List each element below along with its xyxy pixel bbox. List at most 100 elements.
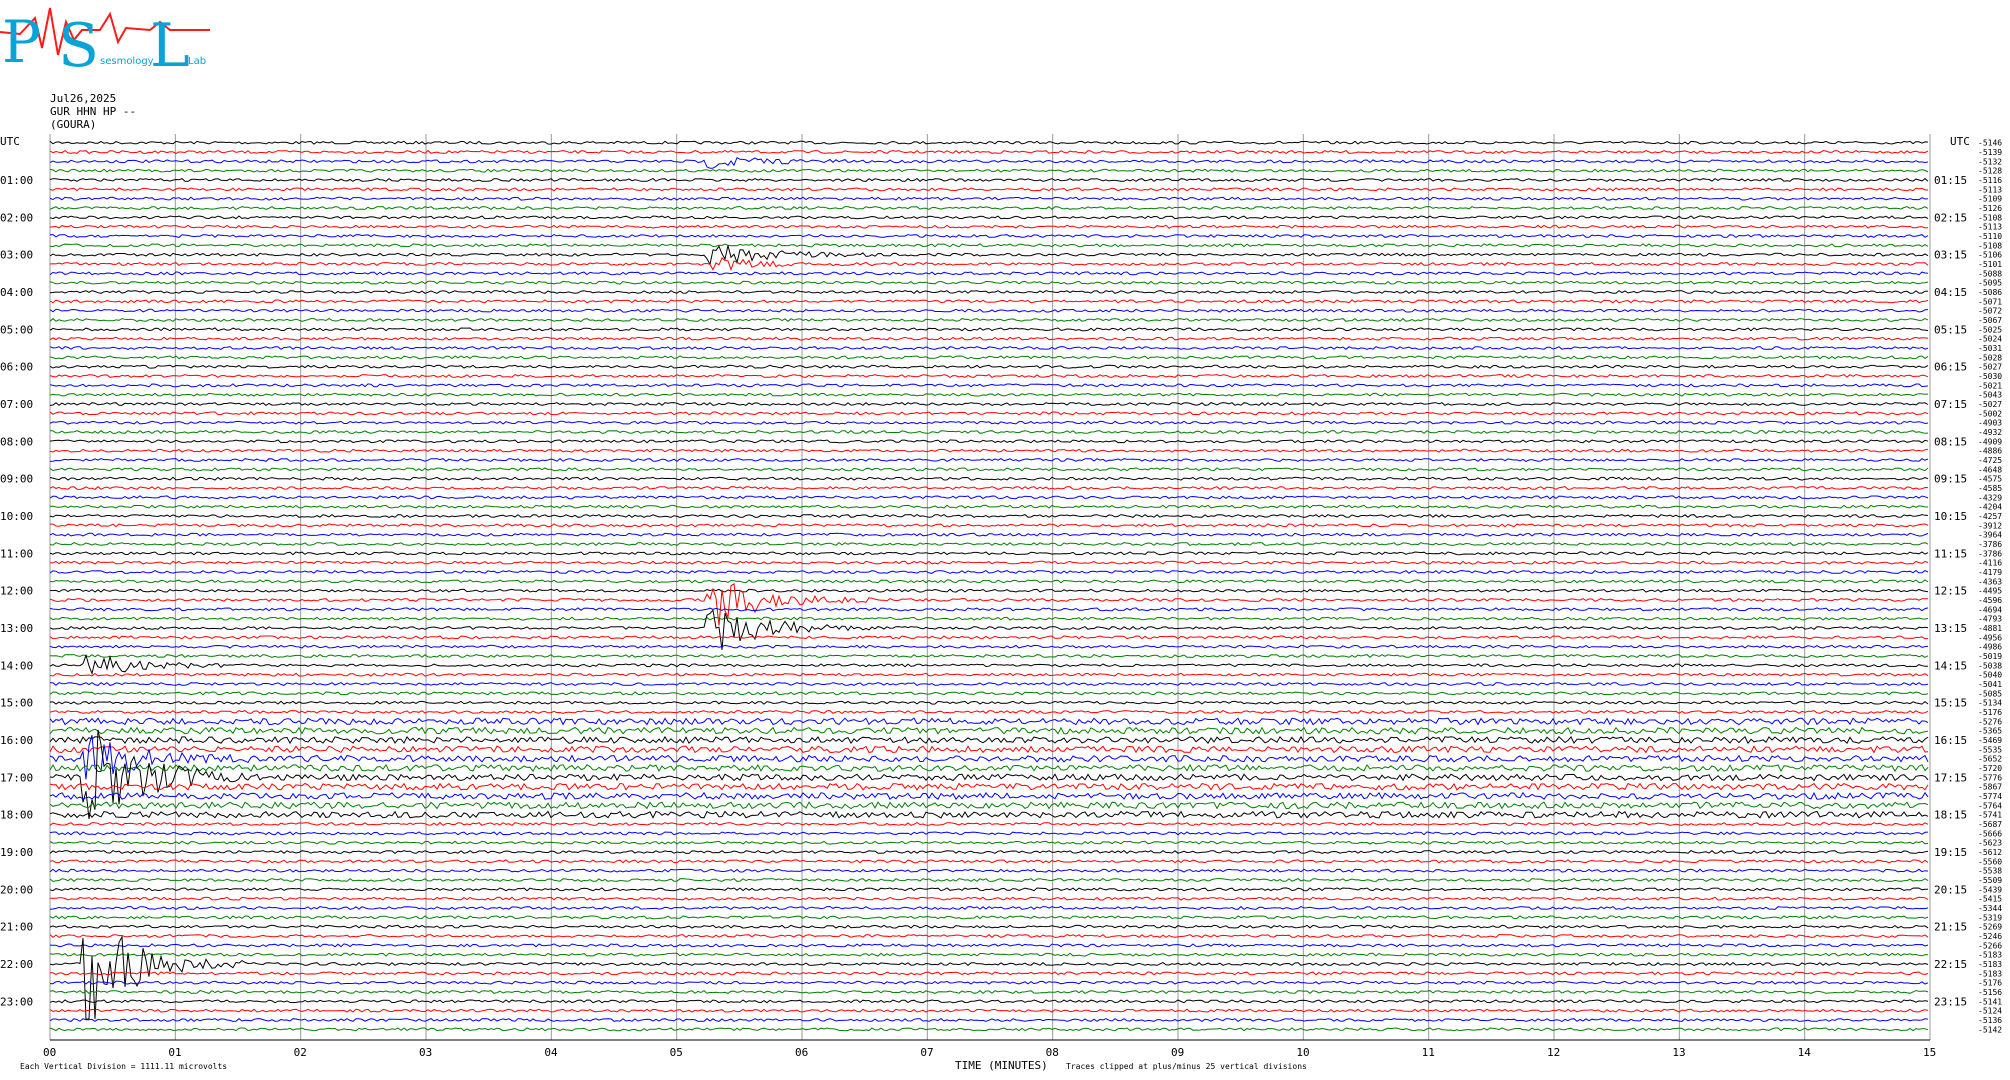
trace-43 <box>49 541 1929 546</box>
x-tick-label: 07 <box>920 1046 933 1059</box>
x-tick-label: 02 <box>294 1046 307 1059</box>
trace-88 <box>49 935 1929 1020</box>
x-tick-label: 12 <box>1547 1046 1560 1059</box>
right-hour-label: 19:15 <box>1934 846 1967 859</box>
right-hour-label: 21:15 <box>1934 921 1967 934</box>
trace-7 <box>49 205 1929 211</box>
trace-8 <box>49 215 1929 220</box>
trace-6 <box>49 196 1929 201</box>
trace-offset-label: -5134 <box>1978 699 2002 708</box>
right-hour-label: 01:15 <box>1934 174 1967 187</box>
trace-offset-label: -4986 <box>1978 643 2002 652</box>
trace-offset-label: -4495 <box>1978 587 2002 596</box>
trace-offset-label: -5183 <box>1978 960 2002 969</box>
left-hour-label: 15:00 <box>0 697 33 710</box>
left-hour-label: 05:00 <box>0 323 33 336</box>
right-hour-label: 17:15 <box>1934 771 1967 784</box>
trace-90 <box>49 980 1929 985</box>
trace-5 <box>49 187 1929 192</box>
trace-68 <box>49 729 1929 819</box>
trace-offset-label: -5086 <box>1978 288 2002 297</box>
trace-offset-label: -3964 <box>1978 531 2002 540</box>
trace-offset-label: -3786 <box>1978 549 2002 558</box>
trace-70 <box>49 791 1929 801</box>
x-tick-label: 03 <box>419 1046 432 1059</box>
x-tick-label: 09 <box>1171 1046 1184 1059</box>
trace-19 <box>49 318 1929 323</box>
trace-79 <box>49 877 1929 883</box>
trace-20 <box>49 327 1929 332</box>
trace-22 <box>49 346 1929 350</box>
seismogram-plot: 01:00 02:00 03:00 04:00 05:00 06:00 07:00 08:00… <box>0 134 2002 1072</box>
trace-offset-label: -5072 <box>1978 307 2002 316</box>
left-hour-labels: 01:00 02:00 03:00 04:00 05:00 06:00 07:00 08:00… <box>0 174 33 1008</box>
trace-offset-label: -4585 <box>1978 484 2002 493</box>
trace-offset-label: -5276 <box>1978 717 2002 726</box>
trace-24 <box>49 364 1929 369</box>
trace-offset-label: -5535 <box>1978 745 2002 754</box>
trace-offset-label: -5439 <box>1978 885 2002 894</box>
x-tick-label: 14 <box>1798 1046 1812 1059</box>
trace-offset-label: -5019 <box>1978 652 2002 661</box>
trace-71 <box>49 801 1929 810</box>
trace-44 <box>49 551 1929 556</box>
right-hour-label: 11:15 <box>1934 547 1967 560</box>
right-hour-label: 07:15 <box>1934 398 1967 411</box>
trace-offset-label: -4909 <box>1978 437 2002 446</box>
left-hour-label: 10:00 <box>0 510 33 523</box>
trace-offset-label: -3786 <box>1978 540 2002 549</box>
trace-80 <box>49 887 1929 892</box>
right-hour-label: 04:15 <box>1934 286 1967 299</box>
right-hour-label: 02:15 <box>1934 211 1967 224</box>
trace-39 <box>49 504 1929 509</box>
trace-85 <box>49 934 1929 939</box>
trace-offset-labels: -5146-5139-5132-5128-5116-5113-5109-5126… <box>1978 139 2002 1035</box>
right-hour-label: 08:15 <box>1934 435 1967 448</box>
trace-56 <box>49 653 1928 676</box>
trace-offset-label: -5365 <box>1978 727 2002 736</box>
trace-offset-label: -4956 <box>1978 633 2002 642</box>
trace-33 <box>49 448 1929 453</box>
trace-75 <box>49 840 1929 845</box>
trace-offset-label: -5027 <box>1978 400 2002 409</box>
left-axis-utc-label: UTC <box>0 135 20 148</box>
right-hour-label: 14:15 <box>1934 659 1967 672</box>
trace-offset-label: -4793 <box>1978 615 2002 624</box>
trace-21 <box>49 336 1929 341</box>
trace-offset-label: -3912 <box>1978 521 2002 530</box>
trace-offset-label: -5319 <box>1978 913 2002 922</box>
left-hour-label: 19:00 <box>0 846 33 859</box>
trace-offset-label: -5113 <box>1978 223 2002 232</box>
trace-78 <box>49 868 1929 873</box>
trace-10 <box>49 233 1929 239</box>
x-tick-label: 00 <box>43 1046 56 1059</box>
trace-2 <box>49 156 1929 169</box>
trace-3 <box>49 168 1929 173</box>
right-hour-label: 22:15 <box>1934 958 1967 971</box>
left-hour-label: 07:00 <box>0 398 33 411</box>
trace-offset-label: -5415 <box>1978 895 2002 904</box>
trace-52 <box>49 609 1929 650</box>
trace-offset-label: -5176 <box>1978 979 2002 988</box>
trace-offset-label: -5612 <box>1978 848 2002 857</box>
x-tick-label: 08 <box>1046 1046 1059 1059</box>
trace-46 <box>49 569 1929 575</box>
trace-59 <box>49 691 1929 696</box>
trace-offset-label: -4694 <box>1978 605 2002 614</box>
trace-87 <box>49 952 1929 957</box>
trace-47 <box>49 579 1929 584</box>
trace-45 <box>49 560 1929 565</box>
trace-offset-label: -5002 <box>1978 409 2002 418</box>
trace-76 <box>49 849 1929 855</box>
trace-offset-label: -5113 <box>1978 185 2002 194</box>
right-hour-label: 12:15 <box>1934 585 1967 598</box>
trace-offset-label: -5776 <box>1978 773 2002 782</box>
trace-offset-label: -5108 <box>1978 241 2002 250</box>
trace-offset-label: -4204 <box>1978 503 2002 512</box>
trace-13 <box>49 257 1929 272</box>
left-hour-label: 03:00 <box>0 249 33 262</box>
trace-55 <box>49 653 1929 659</box>
trace-86 <box>49 943 1929 948</box>
trace-offset-label: -5109 <box>1978 195 2002 204</box>
trace-offset-label: -5741 <box>1978 811 2002 820</box>
